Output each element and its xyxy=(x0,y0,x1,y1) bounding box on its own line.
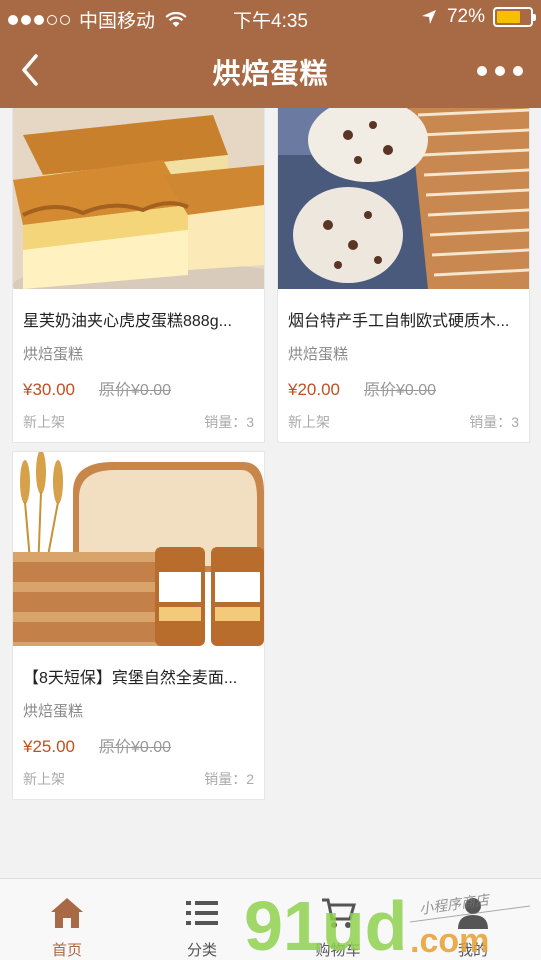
product-category: 烘焙蛋糕 xyxy=(288,346,349,363)
bottom-tab-bar: 首页 分类 购物车 我的 xyxy=(0,878,541,960)
product-image-bread-roll[interactable] xyxy=(278,108,529,289)
tab-home[interactable]: 首页 xyxy=(17,879,117,960)
more-dots-icon[interactable] xyxy=(477,56,523,86)
product-name[interactable]: 星芙奶油夹心虎皮蛋糕888g... xyxy=(23,307,254,331)
product-name[interactable]: 【8天短保】宾堡自然全麦面... xyxy=(23,664,254,688)
product-category: 烘焙蛋糕 xyxy=(23,703,84,720)
tab-label: 分类 xyxy=(186,942,217,959)
tab-category[interactable]: 分类 xyxy=(152,879,252,960)
product-list[interactable]: 星芙奶油夹心虎皮蛋糕888g... 烘焙蛋糕 ¥30.00 原价¥0.00 新上… xyxy=(0,108,541,878)
product-price: ¥20.00 xyxy=(288,380,340,399)
product-name[interactable]: 烟台特产手工自制欧式硬质木... xyxy=(288,307,519,331)
tab-cart[interactable]: 购物车 xyxy=(288,879,388,960)
user-icon xyxy=(458,898,488,929)
tab-profile[interactable]: 我的 xyxy=(423,879,523,960)
product-sales: 销量：2 xyxy=(204,771,254,787)
app-header: 中国移动 下午4:35 72% 烘焙蛋糕 xyxy=(0,0,541,108)
cart-icon xyxy=(322,898,356,928)
product-original-price: 原价¥0.00 xyxy=(99,739,172,756)
nav-bar: 烘焙蛋糕 xyxy=(0,34,541,108)
product-image-wheat-bread[interactable] xyxy=(13,452,264,646)
tab-label: 购物车 xyxy=(315,942,361,959)
battery-icon xyxy=(493,7,536,27)
home-icon xyxy=(51,898,83,928)
list-icon xyxy=(186,901,218,925)
status-bar: 中国移动 下午4:35 72% xyxy=(0,0,541,34)
page-title: 烘焙蛋糕 xyxy=(212,58,329,89)
product-original-price: 原价¥0.00 xyxy=(99,382,172,399)
product-sales: 销量：3 xyxy=(469,414,519,430)
product-tag: 新上架 xyxy=(23,771,65,787)
location-arrow-icon xyxy=(421,10,436,24)
product-card[interactable]: 【8天短保】宾堡自然全麦面... 烘焙蛋糕 ¥25.00 原价¥0.00 新上架… xyxy=(12,451,265,800)
product-price: ¥25.00 xyxy=(23,737,75,756)
product-tag: 新上架 xyxy=(23,414,65,430)
product-card[interactable]: 烟台特产手工自制欧式硬质木... 烘焙蛋糕 ¥20.00 原价¥0.00 新上架… xyxy=(277,108,530,443)
product-image-cake[interactable] xyxy=(13,108,264,289)
product-price: ¥30.00 xyxy=(23,380,75,399)
tab-label: 我的 xyxy=(457,942,488,959)
battery-percent: 72% xyxy=(446,6,485,27)
product-category: 烘焙蛋糕 xyxy=(23,346,84,363)
product-sales: 销量：3 xyxy=(204,414,254,430)
product-card[interactable]: 星芙奶油夹心虎皮蛋糕888g... 烘焙蛋糕 ¥30.00 原价¥0.00 新上… xyxy=(12,108,265,443)
product-tag: 新上架 xyxy=(288,414,330,430)
tab-label: 首页 xyxy=(51,942,82,959)
product-original-price: 原价¥0.00 xyxy=(364,382,437,399)
